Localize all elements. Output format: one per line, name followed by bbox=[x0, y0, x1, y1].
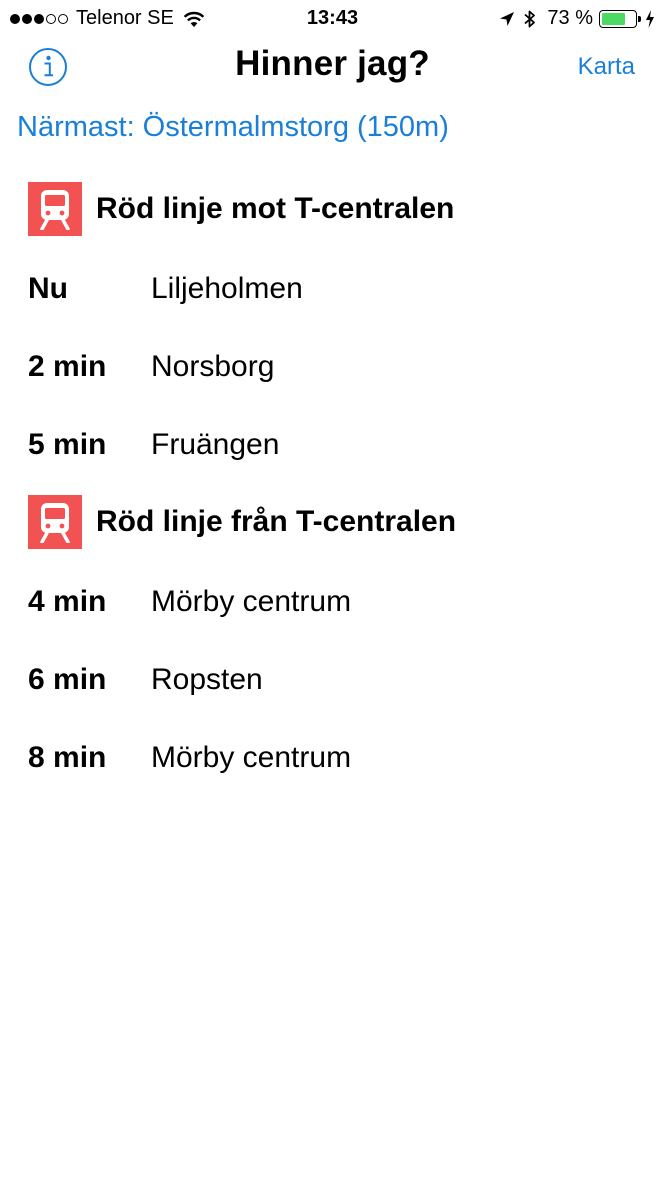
status-bar: Telenor SE 13:43 73 % bbox=[0, 0, 665, 38]
departure-row[interactable]: Nu Liljeholmen bbox=[28, 269, 648, 309]
navigation-bar: Hinner jag? Karta bbox=[0, 40, 665, 96]
departure-row[interactable]: 5 min Fruängen bbox=[28, 425, 648, 465]
train-icon bbox=[28, 182, 82, 236]
departure-time: 8 min bbox=[28, 741, 107, 774]
departure-destination: Fruängen bbox=[151, 428, 280, 461]
page-title: Hinner jag? bbox=[235, 44, 430, 83]
departure-time: 4 min bbox=[28, 585, 107, 618]
line-section-header: Röd linje från T-centralen bbox=[28, 495, 648, 549]
departure-destination: Mörby centrum bbox=[151, 741, 352, 774]
bluetooth-icon bbox=[524, 10, 536, 27]
departure-row[interactable]: 2 min Norsborg bbox=[28, 347, 648, 387]
battery-percent: 73 % bbox=[547, 7, 593, 29]
departure-destination: Liljeholmen bbox=[151, 272, 303, 305]
location-arrow-icon bbox=[500, 11, 515, 26]
departure-time: 6 min bbox=[28, 663, 107, 696]
departure-row[interactable]: 4 min Mörby centrum bbox=[28, 582, 648, 622]
section-title: Röd linje från T-centralen bbox=[96, 505, 457, 538]
nearest-station-link[interactable]: Närmast: Östermalmstorg (150m) bbox=[17, 111, 449, 144]
departure-destination: Ropsten bbox=[151, 663, 263, 696]
departure-row[interactable]: 8 min Mörby centrum bbox=[28, 738, 648, 778]
train-icon bbox=[28, 495, 82, 549]
battery-icon bbox=[599, 9, 641, 28]
line-section-header: Röd linje mot T-centralen bbox=[28, 182, 648, 236]
section-title: Röd linje mot T-centralen bbox=[96, 192, 455, 225]
departure-time: 2 min bbox=[28, 350, 107, 383]
departure-time: 5 min bbox=[28, 428, 107, 461]
battery-level-fill bbox=[602, 12, 626, 25]
departure-destination: Mörby centrum bbox=[151, 585, 352, 618]
status-right: 73 % bbox=[499, 7, 655, 30]
map-button[interactable]: Karta bbox=[578, 53, 635, 81]
departure-time: Nu bbox=[28, 272, 68, 305]
departure-destination: Norsborg bbox=[151, 350, 275, 383]
charging-bolt-icon bbox=[646, 9, 654, 28]
departure-row[interactable]: 6 min Ropsten bbox=[28, 660, 648, 700]
